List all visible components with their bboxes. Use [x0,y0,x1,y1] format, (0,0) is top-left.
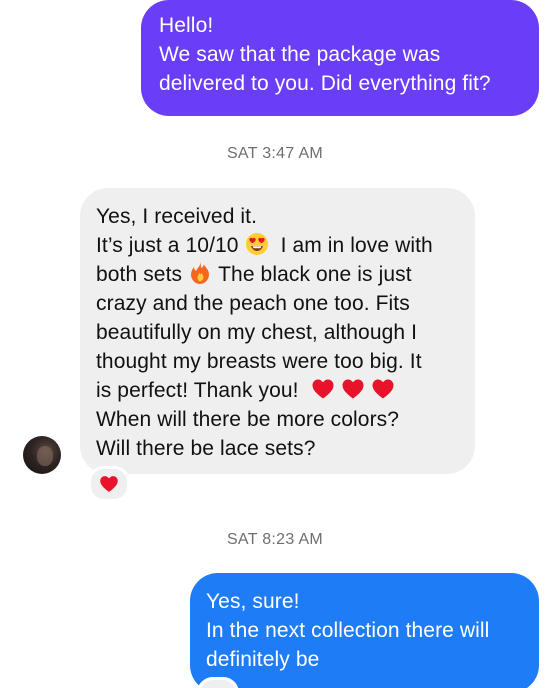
message-line: thought my breasts were too big. It [96,350,422,373]
outgoing-message[interactable]: Yes, sure! In the next collection there … [190,573,539,688]
timestamp: SAT 8:23 AM [226,531,324,548]
message-line: is perfect! Thank you! [96,376,459,405]
message-line: delivered to you. Did everything fit? [159,72,491,95]
timestamp: SAT 3:47 AM [226,145,324,162]
message-text: The black one is just [218,263,412,286]
reaction-badge[interactable] [88,466,130,502]
message-line: We saw that the package was [159,43,441,66]
chat-thread: Hello! We saw that the package was deliv… [0,0,550,688]
heart-emoji-icon [312,379,334,399]
message-line: Yes, sure! [206,590,300,613]
heart-eyes-emoji-icon [245,233,268,255]
message-line: Hello! [159,14,214,37]
heart-emoji-icon [342,379,364,399]
avatar[interactable] [23,436,61,474]
heart-emoji-icon [372,379,394,399]
message-line: When will there be more colors? [96,408,400,431]
message-text: It’s just a 10/10 [96,234,239,257]
message-line: Will there be lace sets? [96,437,316,460]
incoming-message[interactable]: Yes, I received it. It’s just a 10/10 I … [80,188,475,474]
message-line: In the next collection there will [206,619,490,642]
message-line: beautifully on my chest, although I [96,321,418,344]
message-line: crazy and the peach one too. Fits [96,292,410,315]
message-line: both sets The black one is just [96,260,459,289]
heart-reaction-icon [100,476,118,492]
message-line: It’s just a 10/10 I am in love with [96,231,459,260]
message-line: definitely be [206,648,320,671]
message-line: Yes, I received it. [96,202,459,231]
message-text: is perfect! Thank you! [96,379,299,402]
message-text: I am in love with [280,234,433,257]
outgoing-message[interactable]: Hello! We saw that the package was deliv… [141,0,539,116]
message-text: Yes, I received it. [96,205,258,228]
fire-emoji-icon [191,262,210,284]
message-text: both sets [96,263,183,286]
